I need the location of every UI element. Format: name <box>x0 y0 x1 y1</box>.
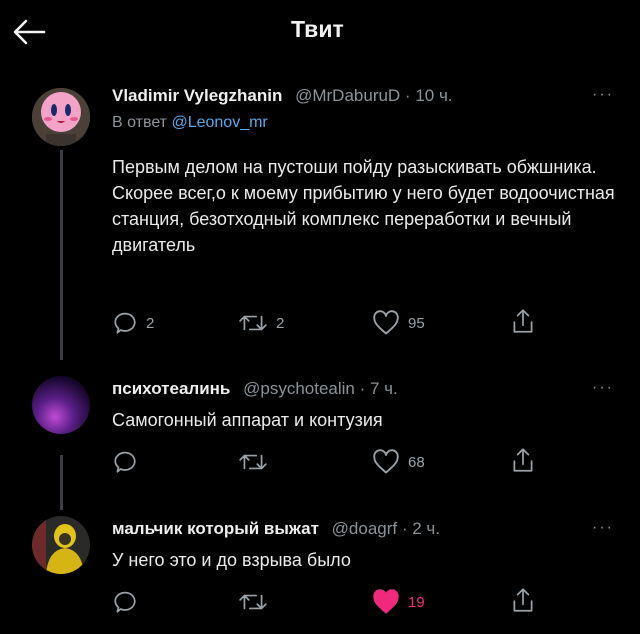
like-count: 95 <box>408 314 425 332</box>
more-options-icon[interactable]: ··· <box>592 86 614 104</box>
retweet-button[interactable] <box>238 589 276 615</box>
like-button[interactable]: 19 <box>372 589 425 615</box>
share-icon <box>513 309 533 333</box>
retweet-button[interactable]: 2 <box>238 310 284 336</box>
header: Твит <box>0 0 640 64</box>
like-button[interactable]: 68 <box>372 449 425 475</box>
avatar[interactable] <box>32 516 90 574</box>
share-button[interactable] <box>510 587 536 613</box>
thread-line <box>60 455 63 510</box>
retweet-icon <box>239 315 267 331</box>
like-icon <box>373 310 399 335</box>
more-options-icon[interactable]: ··· <box>592 379 614 397</box>
like-button[interactable]: 95 <box>372 310 425 336</box>
author-name[interactable]: Vladimir Vylegzhanin <box>112 86 282 105</box>
tweet-text: У него это и до взрыва было <box>112 550 351 570</box>
like-count: 68 <box>408 453 425 471</box>
reply-icon <box>114 312 136 334</box>
page-title: Твит <box>291 16 344 42</box>
reply-icon <box>114 591 136 613</box>
thread-line <box>60 150 63 360</box>
author-meta: @MrDaburuD · 10 ч. <box>295 86 453 105</box>
tweet-text: Самогонный аппарат и контузия <box>112 410 383 430</box>
reply-count: 2 <box>146 314 155 332</box>
reply-to: В ответ @Leonov_mr <box>112 114 268 132</box>
author-name[interactable]: мальчик который выжат <box>112 519 319 538</box>
reply-icon <box>114 451 136 473</box>
share-icon <box>513 448 533 472</box>
like-count: 19 <box>408 593 425 611</box>
share-button[interactable] <box>510 308 536 334</box>
author-meta: @doagrf · 2 ч. <box>331 519 440 538</box>
more-options-icon[interactable]: ··· <box>592 519 614 537</box>
retweet-count: 2 <box>276 314 285 332</box>
reply-button[interactable] <box>112 589 146 615</box>
reply-button[interactable]: 2 <box>112 310 154 336</box>
reply-button[interactable] <box>112 449 146 475</box>
share-button[interactable] <box>510 447 536 473</box>
tweet-header: психотеалинь @psychotealin · 7 ч. <box>112 379 398 399</box>
reply-to-link[interactable]: @Leonov_mr <box>171 114 267 131</box>
reply-prefix: В ответ <box>112 114 168 131</box>
retweet-icon <box>239 594 267 610</box>
author-name[interactable]: психотеалинь <box>112 379 230 398</box>
like-icon <box>373 589 399 614</box>
avatar[interactable] <box>32 376 90 434</box>
tweet-header: Vladimir Vylegzhanin @MrDaburuD · 10 ч. <box>112 86 453 106</box>
tweet-header: мальчик который выжат @doagrf · 2 ч. <box>112 519 440 539</box>
back-arrow-icon[interactable] <box>12 18 46 46</box>
retweet-icon <box>239 454 267 470</box>
share-icon <box>513 588 533 612</box>
like-icon <box>373 449 399 474</box>
avatar[interactable] <box>32 88 90 146</box>
tweet-text: Первым делом на пустоши пойду разыскиват… <box>112 157 615 255</box>
retweet-button[interactable] <box>238 449 276 475</box>
author-meta: @psychotealin · 7 ч. <box>243 379 398 398</box>
